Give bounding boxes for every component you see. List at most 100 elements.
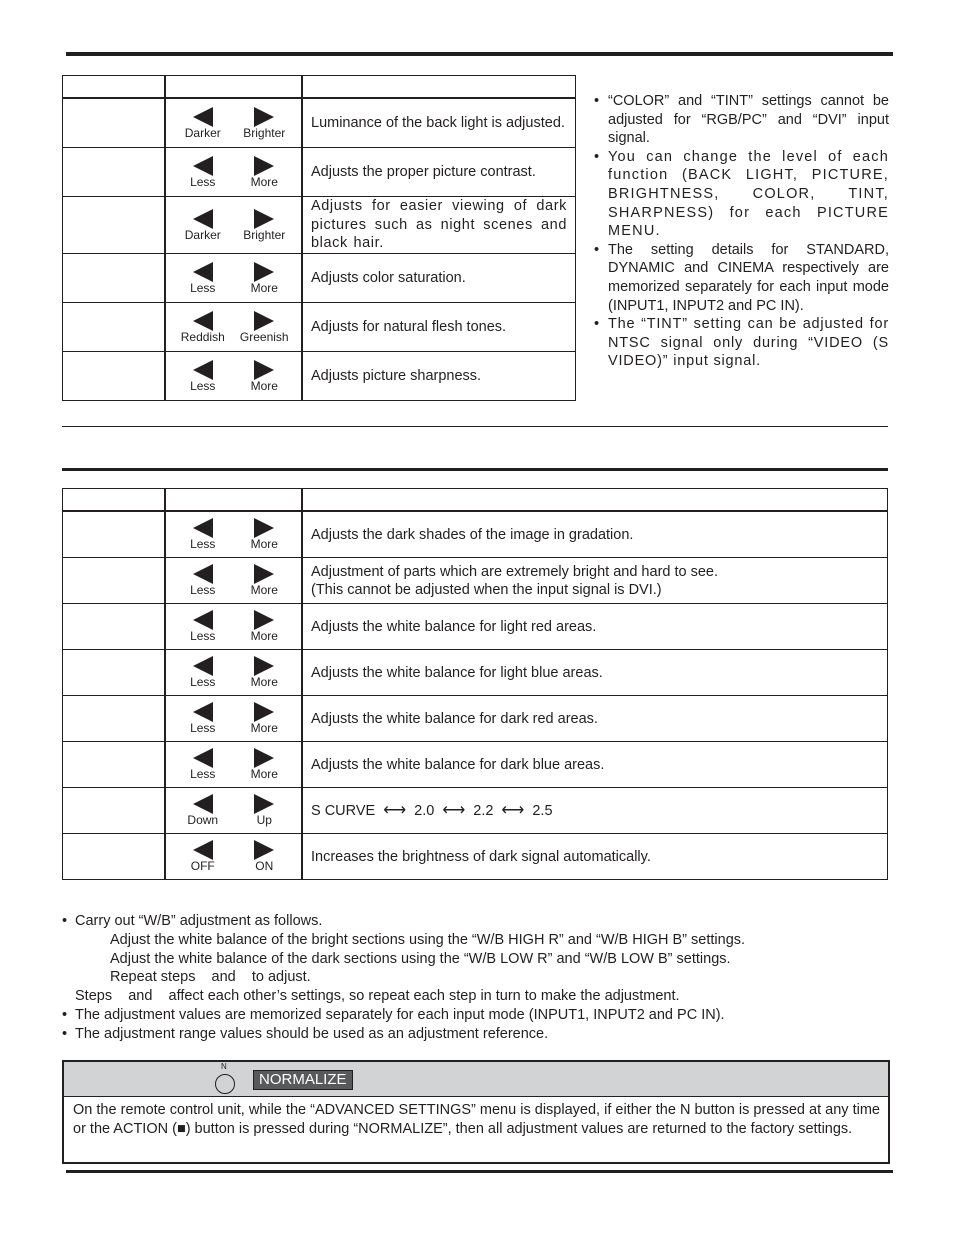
increase-label: More xyxy=(250,174,278,189)
picture-settings-table: Darker Brighter Luminance of the back ligh… xyxy=(62,75,576,401)
description-cell: Luminance of the back light is adjusted. xyxy=(301,97,576,148)
increase-control[interactable]: More xyxy=(234,261,296,295)
decrease-control[interactable]: Less xyxy=(172,261,234,295)
increase-label: More xyxy=(250,537,278,551)
description-cell: Adjusts for easier viewing of dark pictu… xyxy=(301,196,576,254)
adjust-arrows: Down Up xyxy=(166,794,301,827)
decrease-control[interactable]: Less xyxy=(172,702,234,735)
top-rule xyxy=(66,52,893,56)
wb-step-2: Adjust the white balance of the dark sec… xyxy=(110,950,731,967)
adjust-cell: Less More xyxy=(164,649,303,696)
bullet-icon: • xyxy=(594,148,601,165)
wb-adjustment-notes: • Carry out “W/B” adjustment as follows. … xyxy=(62,912,892,1044)
table-row: Darker Brighter Luminance of the back ligh… xyxy=(62,97,576,148)
arrow-right-icon xyxy=(254,748,275,768)
picture-notes: • “COLOR” and “TINT” settings cannot be a… xyxy=(594,92,889,371)
adjust-cell: Less More xyxy=(164,603,303,650)
decrease-control[interactable]: Darker xyxy=(172,208,234,242)
increase-control[interactable]: More xyxy=(234,748,296,781)
table-row: Less More Adjustment of parts which are ex… xyxy=(62,557,888,604)
adjust-cell: Less More xyxy=(164,695,303,742)
bullet-icon: • xyxy=(594,241,600,258)
increase-label: More xyxy=(250,378,278,393)
wb-step-1: Adjust the white balance of the bright s… xyxy=(110,931,746,948)
arrow-right-icon xyxy=(254,359,275,380)
increase-label: Brighter xyxy=(243,125,286,140)
setting-name-cell xyxy=(62,833,166,880)
setting-name-cell xyxy=(62,302,166,352)
increase-control[interactable]: More xyxy=(234,564,296,597)
arrow-right-icon xyxy=(254,702,275,722)
advanced-settings-table: Less More Adjusts the dark shades of the i… xyxy=(62,488,888,880)
increase-control[interactable]: More xyxy=(234,155,296,189)
arrow-right-icon xyxy=(254,840,275,860)
adjust-arrows: Less More xyxy=(166,155,301,189)
decrease-label: Less xyxy=(190,767,216,781)
increase-control[interactable]: Greenish xyxy=(234,310,296,344)
note-item: • The setting details for STANDARD, DYNAM… xyxy=(594,241,889,314)
description-text: Adjusts for easier viewing of dark pictu… xyxy=(311,198,567,252)
decrease-control[interactable]: Less xyxy=(172,155,234,189)
arrow-left-icon xyxy=(192,310,213,331)
adjust-arrows: Less More xyxy=(166,702,301,735)
setting-name-cell xyxy=(62,603,166,650)
description-text: Adjusts the white balance for light red … xyxy=(311,618,597,635)
n-button-icon xyxy=(215,1074,235,1094)
arrow-right-icon xyxy=(254,564,275,584)
n-button-label: N xyxy=(221,1062,227,1071)
adjust-arrows: OFF ON xyxy=(166,840,301,873)
arrow-right-icon xyxy=(254,518,275,538)
decrease-control[interactable]: Down xyxy=(172,794,234,827)
increase-control[interactable]: More xyxy=(234,610,296,643)
arrow-left-icon xyxy=(192,794,213,814)
decrease-control[interactable]: Less xyxy=(172,748,234,781)
adjust-cell: Less More xyxy=(164,741,303,788)
adjust-arrows: Less More xyxy=(166,359,301,393)
adjust-arrows: Less More xyxy=(166,656,301,689)
arrow-left-icon xyxy=(192,702,213,722)
arrow-left-icon xyxy=(192,106,213,127)
adjust-arrows: Reddish Greenish xyxy=(166,310,301,344)
decrease-label: Less xyxy=(190,537,216,551)
decrease-control[interactable]: Less xyxy=(172,656,234,689)
adjust-arrows: Less More xyxy=(166,610,301,643)
increase-control[interactable]: More xyxy=(234,359,296,393)
adjust-arrows: Less More xyxy=(166,261,301,295)
increase-control[interactable]: More xyxy=(234,518,296,551)
setting-name-cell xyxy=(62,557,166,604)
arrow-left-icon xyxy=(192,564,213,584)
setting-name-cell xyxy=(62,741,166,788)
decrease-control[interactable]: Less xyxy=(172,610,234,643)
decrease-label: Darker xyxy=(184,227,221,242)
normalize-header: N NORMALIZE xyxy=(64,1062,888,1097)
bullet-icon: • xyxy=(62,1025,68,1042)
increase-control[interactable]: Brighter xyxy=(234,106,296,140)
note-item: • The adjustment values are memorized sep… xyxy=(62,1006,725,1023)
decrease-control[interactable]: Reddish xyxy=(172,310,234,344)
increase-control[interactable]: More xyxy=(234,656,296,689)
decrease-control[interactable]: Darker xyxy=(172,106,234,140)
bullet-icon: • xyxy=(62,1006,68,1023)
note-item: • Carry out “W/B” adjustment as follows. xyxy=(62,913,323,929)
header-cell-description xyxy=(301,488,888,512)
increase-control[interactable]: More xyxy=(234,702,296,735)
decrease-control[interactable]: OFF xyxy=(172,840,234,873)
double-arrow-icon: ⟷ xyxy=(383,801,407,819)
arrow-right-icon xyxy=(254,155,275,176)
description-cell: Adjusts the white balance for light blue… xyxy=(301,649,888,696)
increase-control[interactable]: Brighter xyxy=(234,208,296,242)
adjust-cell: Less More xyxy=(164,510,303,558)
decrease-control[interactable]: Less xyxy=(172,359,234,393)
arrow-right-icon xyxy=(254,656,275,676)
decrease-control[interactable]: Less xyxy=(172,564,234,597)
setting-name-cell xyxy=(62,695,166,742)
description-note: (This cannot be adjusted when the input … xyxy=(311,581,662,598)
wb-steps-note: Steps and affect each other’s settings, … xyxy=(75,988,680,1005)
decrease-control[interactable]: Less xyxy=(172,518,234,551)
decrease-label: Less xyxy=(190,378,216,393)
section-divider-thick xyxy=(62,468,888,471)
increase-control[interactable]: ON xyxy=(234,840,296,873)
setting-name-cell xyxy=(62,196,166,254)
increase-control[interactable]: Up xyxy=(234,794,296,827)
double-arrow-icon: ⟷ xyxy=(501,801,525,819)
